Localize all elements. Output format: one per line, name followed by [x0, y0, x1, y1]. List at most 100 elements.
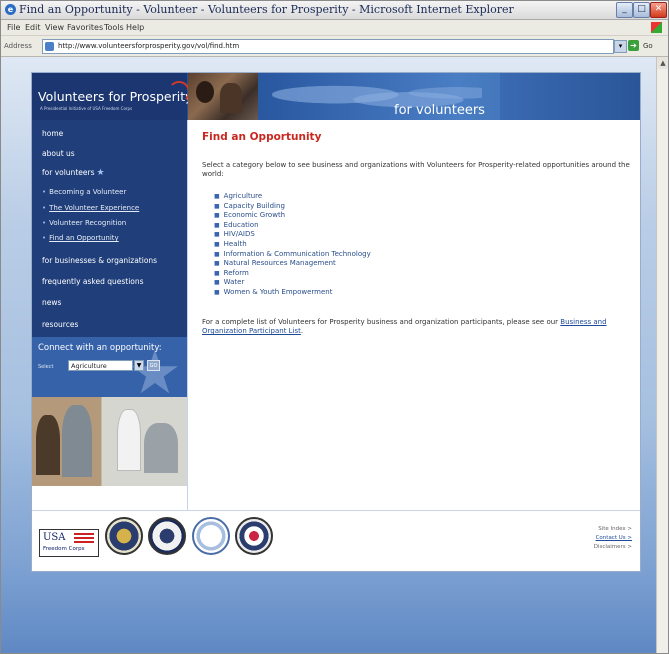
category-link[interactable]: ■ Information & Communication Technology	[214, 250, 371, 260]
category-label: Health	[223, 239, 247, 248]
menu-help[interactable]: Help	[126, 23, 144, 32]
menu-tools[interactable]: Tools	[104, 23, 124, 32]
commerce-department-seal-icon[interactable]	[148, 517, 186, 555]
scroll-up-icon[interactable]: ▲	[657, 57, 668, 69]
menu-favorites[interactable]: Favorites	[67, 23, 103, 32]
flag-icon	[74, 533, 94, 545]
maximize-button[interactable]: □	[633, 2, 650, 18]
window-title: Find an Opportunity - Volunteer - Volunt…	[19, 3, 514, 16]
chevron-down-icon[interactable]: ▼	[134, 360, 144, 371]
logo-subtitle: A Presidential Initiative of USA Freedom…	[40, 106, 133, 111]
subnav-label: Volunteer Recognition	[49, 219, 127, 227]
photo-person-icon	[117, 409, 141, 471]
outro-text: For a complete list of Volunteers for Pr…	[202, 318, 561, 326]
contact-us-link[interactable]: Contact Us >	[594, 534, 632, 543]
web-page: Volunteers for Prosperity A Presidential…	[31, 72, 641, 572]
subnav-volunteer-recognition[interactable]: • Volunteer Recognition	[42, 219, 126, 227]
address-bar: Address http://www.volunteersforprosperi…	[1, 36, 668, 57]
banner-strip	[500, 73, 640, 120]
close-button[interactable]: ✕	[650, 2, 667, 18]
usaid-seal-icon[interactable]	[235, 517, 273, 555]
category-list: ■ Agriculture ■ Capacity Building ■ Economi…	[214, 192, 371, 298]
photo-person-icon	[220, 83, 242, 113]
subnav-find-an-opportunity[interactable]: • Find an Opportunity	[42, 234, 119, 242]
windows-flag-icon	[651, 22, 662, 33]
bullet-icon: •	[42, 188, 47, 196]
category-link[interactable]: ■ Women & Youth Empowerment	[214, 288, 371, 298]
category-link[interactable]: ■ Agriculture	[214, 192, 371, 202]
page-icon	[45, 42, 54, 51]
menu-file[interactable]: File	[7, 23, 20, 32]
banner-caption: for volunteers	[394, 103, 485, 118]
bullet-icon: ■	[214, 231, 220, 239]
category-label: Reform	[223, 268, 249, 277]
hhs-seal-icon[interactable]	[192, 517, 230, 555]
subnav-label: Becoming a Volunteer	[49, 188, 127, 196]
nav-about-us[interactable]: about us	[42, 149, 75, 158]
address-label: Address	[4, 42, 32, 50]
sidebar-divider	[187, 120, 188, 510]
category-label: Economic Growth	[223, 211, 286, 220]
nav-news[interactable]: news	[42, 298, 61, 307]
menu-bar: File Edit View Favorites Tools Help	[1, 20, 668, 35]
category-label: Agriculture	[223, 192, 263, 200]
subnav-volunteer-experience[interactable]: • The Volunteer Experience	[42, 204, 139, 212]
category-link[interactable]: ■ Water	[214, 278, 371, 288]
go-button[interactable]: GO	[147, 360, 160, 371]
logo-swoosh-icon	[168, 81, 190, 103]
menu-edit[interactable]: Edit	[25, 23, 41, 32]
bullet-icon: ■	[214, 288, 220, 296]
vertical-scrollbar[interactable]: ▲	[656, 57, 668, 653]
intro-text: Select a category below to see business …	[202, 161, 630, 178]
address-input[interactable]: http://www.volunteersforprosperity.gov/v…	[42, 39, 614, 54]
category-label: Water	[223, 278, 245, 287]
subnav-label: The Volunteer Experience	[49, 204, 140, 212]
go-arrow-icon[interactable]: ➔	[628, 40, 639, 51]
volunteers-photo	[32, 397, 187, 486]
category-link[interactable]: ■ HIV/AIDS	[214, 230, 371, 240]
site-logo[interactable]: Volunteers for Prosperity A Presidential…	[32, 73, 193, 120]
nav-faq[interactable]: frequently asked questions	[42, 277, 144, 286]
bullet-icon: ■	[214, 250, 220, 258]
bullet-icon: •	[42, 234, 47, 242]
internet-explorer-icon: e	[5, 4, 16, 15]
bullet-icon: ■	[214, 269, 220, 277]
disclaimers-link[interactable]: Disclaimers >	[594, 543, 632, 552]
minimize-button[interactable]: _	[616, 2, 633, 18]
connect-panel: ★ Connect with an opportunity: Select Ag…	[32, 337, 187, 397]
header-banner: Volunteers for Prosperity A Presidential…	[32, 73, 640, 120]
usa-freedom-corps-logo[interactable]: USA Freedom Corps	[39, 529, 99, 557]
category-label: Natural Resources Management	[223, 259, 336, 268]
outro-end: .	[300, 327, 304, 335]
opportunity-select[interactable]: Agriculture	[68, 360, 133, 371]
site-index-link[interactable]: Site Index >	[594, 525, 632, 534]
address-dropdown-icon[interactable]: ▾	[614, 40, 627, 53]
bullet-icon: •	[42, 219, 47, 227]
category-label: Women & Youth Empowerment	[223, 287, 333, 296]
go-label[interactable]: Go	[643, 42, 653, 50]
category-link[interactable]: ■ Reform	[214, 269, 371, 279]
address-url: http://www.volunteersforprosperity.gov/v…	[58, 42, 240, 50]
nav-resources[interactable]: resources	[42, 320, 78, 329]
menu-view[interactable]: View	[45, 23, 64, 32]
category-link[interactable]: ■ Capacity Building	[214, 202, 371, 212]
footer-links: Site Index > Contact Us > Disclaimers >	[594, 525, 632, 552]
usa-logo-text: USA	[43, 532, 66, 543]
nav-home[interactable]: home	[42, 129, 63, 138]
state-department-seal-icon[interactable]	[105, 517, 143, 555]
nav-for-volunteers[interactable]: for volunteers ★	[42, 168, 105, 178]
nav-businesses-organizations[interactable]: for businesses & organizations	[42, 256, 157, 265]
category-link[interactable]: ■ Economic Growth	[214, 211, 371, 221]
category-label: Capacity Building	[223, 201, 285, 210]
star-icon: ★	[96, 168, 105, 178]
banner-photo	[188, 73, 258, 120]
category-link[interactable]: ■ Education	[214, 221, 371, 231]
category-link[interactable]: ■ Health	[214, 240, 371, 250]
subnav-becoming-a-volunteer[interactable]: • Becoming a Volunteer	[42, 188, 126, 196]
select-label: Select	[38, 364, 54, 370]
bullet-icon: ■	[214, 202, 220, 210]
category-label: HIV/AIDS	[223, 230, 255, 239]
photo-person-icon	[196, 81, 214, 103]
sidebar-nav: home about us for volunteers ★ • Becoming …	[32, 120, 187, 337]
category-link[interactable]: ■ Natural Resources Management	[214, 259, 371, 269]
